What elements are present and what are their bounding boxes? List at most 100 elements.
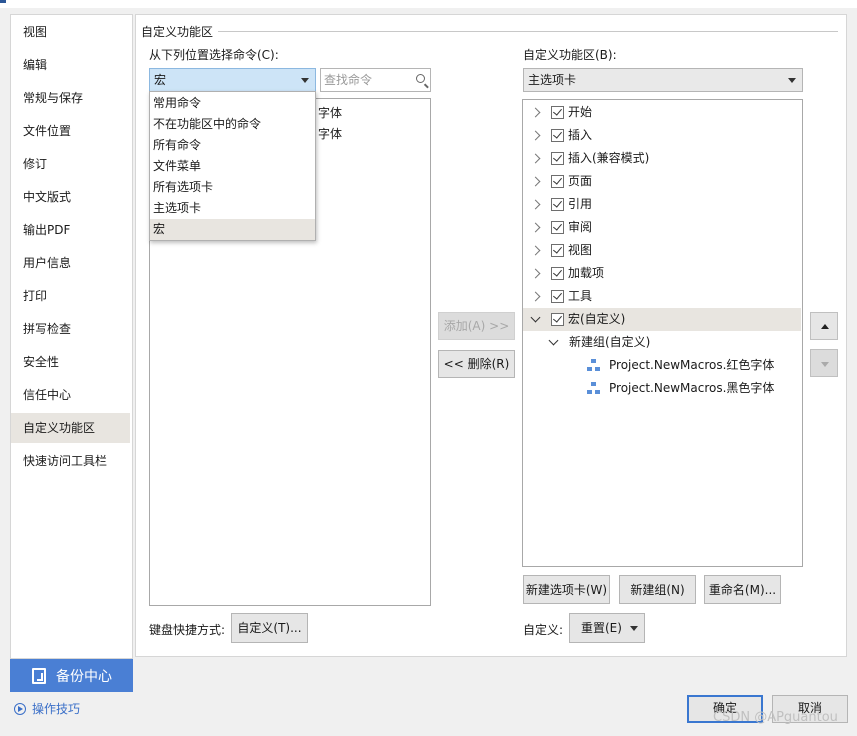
checkbox[interactable] (551, 106, 564, 119)
list-item[interactable]: 字体 (318, 125, 342, 142)
checkbox[interactable] (551, 198, 564, 211)
tree-label: 视图 (568, 243, 593, 257)
dropdown-option[interactable]: 文件菜单 (150, 156, 315, 177)
backup-icon (32, 667, 46, 684)
chevron-right-icon[interactable] (530, 245, 541, 256)
chevron-down-icon[interactable] (548, 335, 559, 346)
tree-row-tab[interactable]: 插入(兼容模式) (530, 147, 649, 170)
chevron-right-icon[interactable] (530, 107, 541, 118)
tree-row-tab[interactable]: 插入 (530, 124, 592, 147)
move-down-button[interactable] (810, 349, 838, 377)
watermark: CSDN @APguantou (713, 710, 838, 725)
dropdown-option[interactable]: 常用命令 (150, 93, 315, 114)
sidebar-item-edit[interactable]: 编辑 (11, 50, 130, 80)
tree-row-tab[interactable]: 加载项 (530, 262, 604, 285)
dropdown-option[interactable]: 主选项卡 (150, 198, 315, 219)
app-icon (0, 0, 6, 3)
sidebar-item-print[interactable]: 打印 (11, 281, 130, 311)
tree-label: Project.NewMacros.红色字体 (609, 358, 775, 372)
backup-center-label: 备份中心 (56, 668, 112, 685)
move-up-button[interactable] (810, 312, 838, 340)
backup-center-button[interactable]: 备份中心 (10, 659, 133, 692)
keyboard-shortcut-label: 键盘快捷方式: (149, 623, 226, 637)
sidebar-item-general-save[interactable]: 常规与保存 (11, 83, 130, 113)
chevron-down-icon[interactable] (530, 312, 541, 323)
tree-row-tab[interactable]: 视图 (530, 239, 592, 262)
search-placeholder: 查找命令 (324, 73, 373, 87)
tree-row-tab[interactable]: 页面 (530, 170, 592, 193)
reset-button[interactable]: 重置(E) (569, 613, 645, 643)
tree-label: 引用 (568, 197, 593, 211)
tree-label: 审阅 (568, 220, 593, 234)
chevron-right-icon[interactable] (530, 222, 541, 233)
search-icon[interactable] (416, 74, 425, 83)
customize-label: 自定义: (523, 623, 564, 637)
checkbox[interactable] (551, 129, 564, 142)
tree-label: 宏(自定义) (568, 312, 626, 326)
reset-label: 重置(E) (581, 621, 622, 635)
chevron-right-icon[interactable] (530, 176, 541, 187)
sidebar-item-security[interactable]: 安全性 (11, 347, 130, 377)
dropdown-option[interactable]: 所有命令 (150, 135, 315, 156)
checkbox[interactable] (551, 313, 564, 326)
choose-commands-label: 从下列位置选择命令(C): (149, 48, 279, 62)
tree-label: 开始 (568, 105, 593, 119)
new-tab-button[interactable]: 新建选项卡(W) (523, 575, 610, 604)
sidebar-item-trust-center[interactable]: 信任中心 (11, 380, 130, 410)
macro-icon (587, 359, 601, 372)
customize-shortcut-button[interactable]: 自定义(T)... (231, 613, 308, 643)
tree-row-macro[interactable]: Project.NewMacros.红色字体 (587, 354, 774, 377)
chevron-right-icon[interactable] (530, 291, 541, 302)
sidebar-item-view[interactable]: 视图 (11, 17, 130, 47)
chevron-right-icon[interactable] (530, 268, 541, 279)
checkbox[interactable] (551, 152, 564, 165)
tree-row-tab[interactable]: 工具 (530, 285, 592, 308)
sidebar-item-revisions[interactable]: 修订 (11, 149, 130, 179)
tree-row-tab[interactable]: 审阅 (530, 216, 592, 239)
checkbox[interactable] (551, 244, 564, 257)
chevron-right-icon[interactable] (530, 199, 541, 210)
sidebar-item-user-info[interactable]: 用户信息 (11, 248, 130, 278)
tree-row-group[interactable]: 新建组(自定义) (548, 331, 650, 354)
section-title: 自定义功能区 (141, 25, 214, 39)
tree-label: Project.NewMacros.黑色字体 (609, 381, 775, 395)
rename-button[interactable]: 重命名(M)... (704, 575, 781, 604)
sidebar-item-chinese-layout[interactable]: 中文版式 (11, 182, 130, 212)
choose-commands-combo[interactable]: 宏 (149, 68, 316, 92)
command-search-input[interactable]: 查找命令 (320, 68, 431, 92)
tree-label: 加载项 (568, 266, 605, 280)
sidebar-item-spell-check[interactable]: 拼写检查 (11, 314, 130, 344)
checkbox[interactable] (551, 290, 564, 303)
ribbon-tabs-value: 主选项卡 (528, 73, 577, 87)
tree-row-macro[interactable]: Project.NewMacros.黑色字体 (587, 377, 774, 400)
customize-ribbon-label: 自定义功能区(B): (523, 48, 617, 62)
tree-row-tab[interactable]: 引用 (530, 193, 592, 216)
tree-row-tab-selected[interactable]: 宏(自定义) (530, 308, 625, 331)
dropdown-option[interactable]: 不在功能区中的命令 (150, 114, 315, 135)
commands-dropdown-menu: 常用命令 不在功能区中的命令 所有命令 文件菜单 所有选项卡 主选项卡 宏 (149, 91, 316, 241)
checkbox[interactable] (551, 267, 564, 280)
chevron-right-icon[interactable] (530, 153, 541, 164)
list-item[interactable]: 字体 (318, 104, 342, 121)
tree-row-tab[interactable]: 开始 (530, 101, 592, 124)
dropdown-option-selected[interactable]: 宏 (150, 219, 315, 240)
checkbox[interactable] (551, 221, 564, 234)
ribbon-tabs-combo[interactable]: 主选项卡 (523, 68, 803, 92)
add-button[interactable]: 添加(A) >> (438, 312, 515, 340)
new-group-button[interactable]: 新建组(N) (619, 575, 696, 604)
chevron-down-icon (788, 78, 796, 83)
sidebar-item-customize-ribbon[interactable]: 自定义功能区 (11, 413, 130, 443)
triangle-up-icon (821, 324, 829, 329)
sidebar-item-export-pdf[interactable]: 输出PDF (11, 215, 130, 245)
remove-button[interactable]: << 删除(R) (438, 350, 515, 378)
section-divider (218, 31, 838, 32)
window-top-bar (0, 0, 857, 8)
dropdown-option[interactable]: 所有选项卡 (150, 177, 315, 198)
checkbox[interactable] (551, 175, 564, 188)
choose-commands-value: 宏 (154, 73, 167, 87)
sidebar-item-quick-access-toolbar[interactable]: 快速访问工具栏 (11, 446, 130, 476)
tips-link[interactable]: 操作技巧 (14, 700, 80, 717)
sidebar-item-file-locations[interactable]: 文件位置 (11, 116, 130, 146)
macro-icon (587, 382, 601, 395)
chevron-right-icon[interactable] (530, 130, 541, 141)
